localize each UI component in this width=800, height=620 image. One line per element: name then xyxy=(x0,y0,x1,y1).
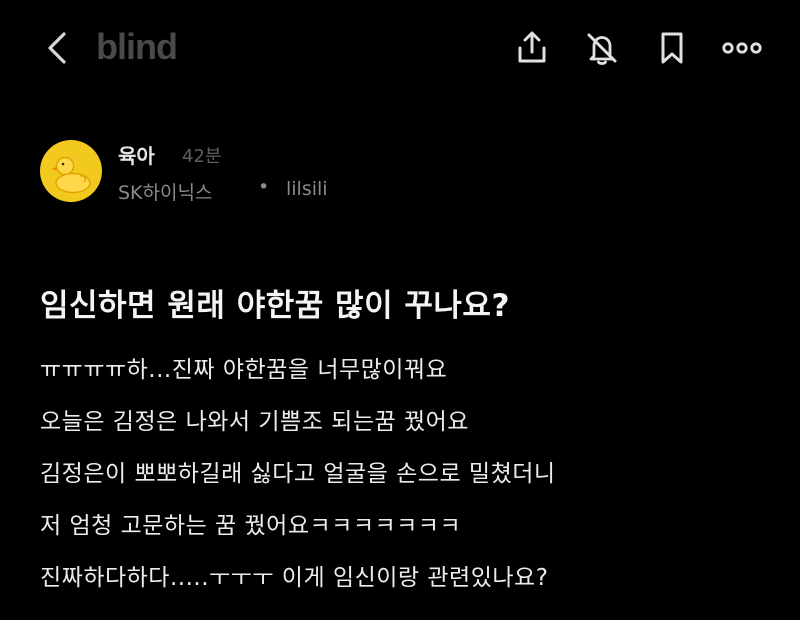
separator-dot: • xyxy=(258,176,270,198)
author-nickname[interactable]: lilsili xyxy=(286,178,328,200)
top-bar: blind xyxy=(0,0,800,100)
back-chevron-icon[interactable] xyxy=(40,28,76,68)
header-actions xyxy=(510,26,764,70)
category-label[interactable]: 육아 xyxy=(118,140,155,169)
post-body-line: 김정은이 뽀뽀하길래 싫다고 얼굴을 손으로 밀쳤더니 xyxy=(40,461,556,487)
more-icon[interactable] xyxy=(720,26,764,70)
post-body-line: ㅠㅠㅠㅠ하...진짜 야한꿈을 너무많이꿔요 xyxy=(40,357,448,383)
share-icon[interactable] xyxy=(510,26,554,70)
post-body-line: 저 엄청 고문하는 꿈 꿨어요ㅋㅋㅋㅋㅋㅋㅋ xyxy=(40,513,462,539)
post-body: ㅠㅠㅠㅠ하...진짜 야한꿈을 너무많이꿔요 오늘은 김정은 나와서 기쁨조 되… xyxy=(40,344,780,604)
blind-logo: blind xyxy=(96,26,178,67)
post-body-line: 진짜하다하다.....ㅜㅜㅜ 이게 임신이랑 관련있나요? xyxy=(40,565,549,591)
bookmark-icon[interactable] xyxy=(650,26,694,70)
post-body-line: 오늘은 김정은 나와서 기쁨조 되는꿈 꿨어요 xyxy=(40,409,469,435)
duck-icon xyxy=(51,156,91,194)
post-title: 임신하면 원래 야한꿈 많이 꾸나요? xyxy=(40,288,510,324)
avatar[interactable] xyxy=(40,140,102,202)
company-label[interactable]: SK하이닉스 xyxy=(118,178,212,205)
notification-off-icon[interactable] xyxy=(580,26,624,70)
post-time: 42분 xyxy=(182,146,222,167)
